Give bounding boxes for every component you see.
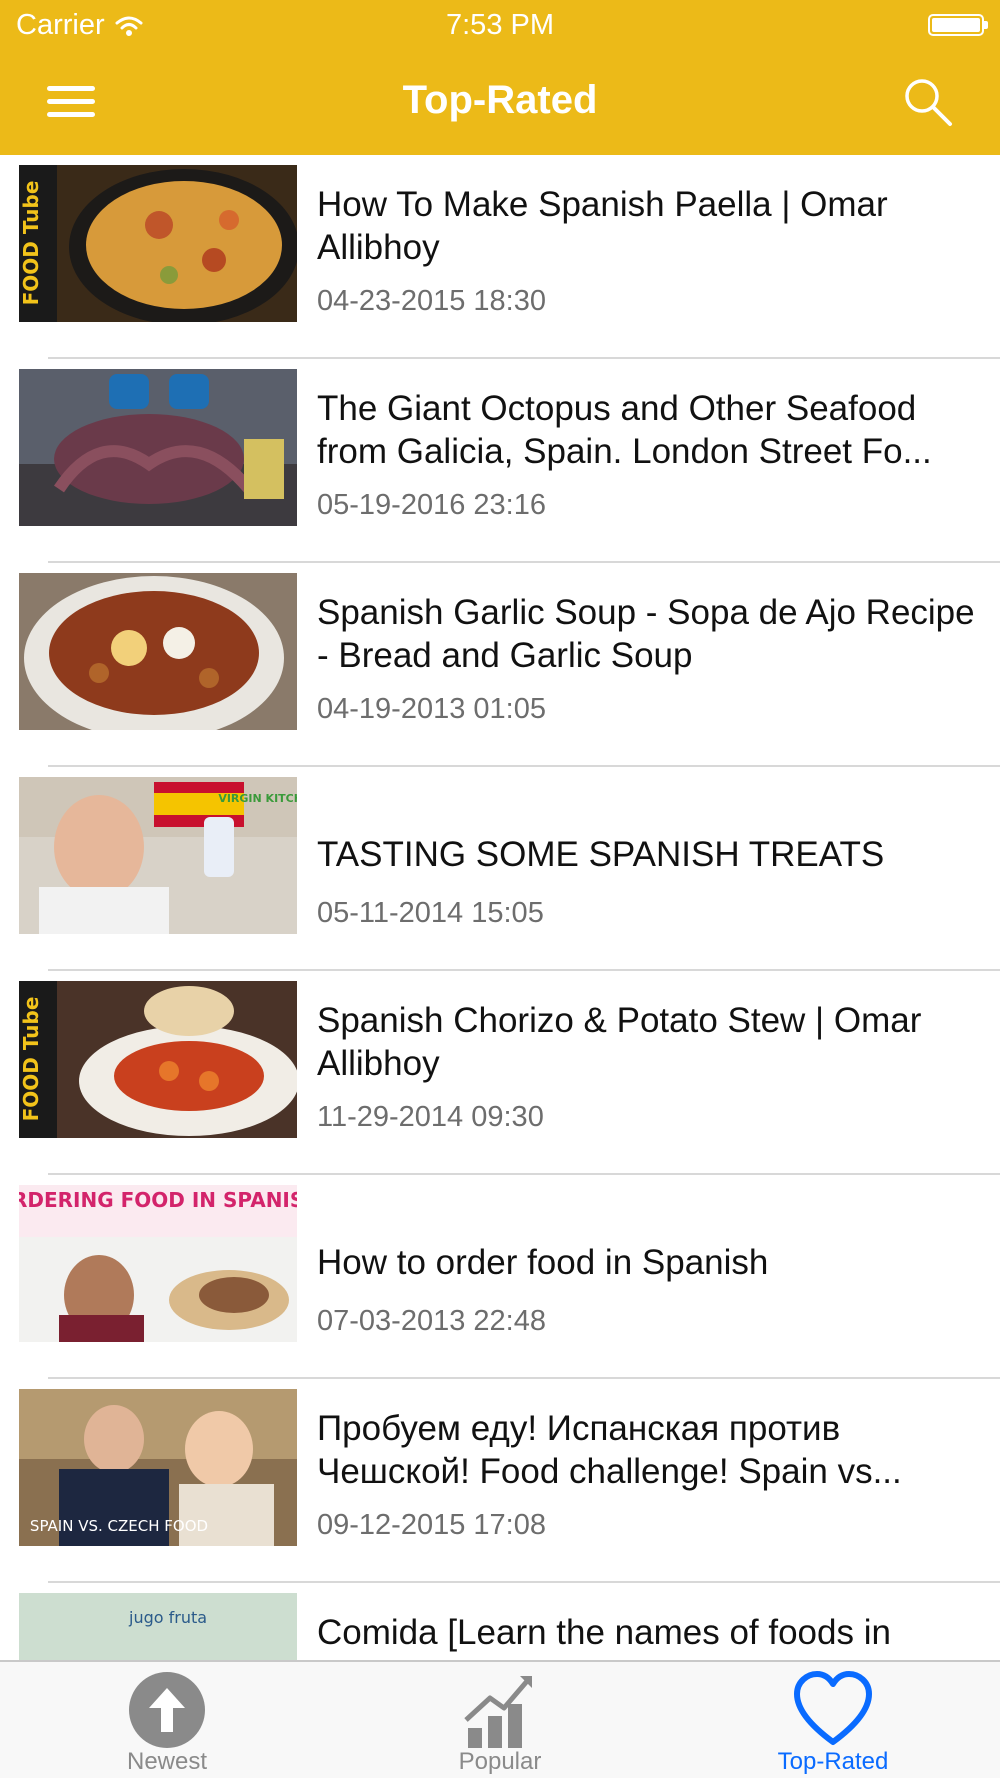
video-row[interactable]: jugo fruta Comida [Learn the names of fo…	[0, 1583, 1000, 1660]
thumbnail-text: VIRGIN KITCHEN	[218, 792, 297, 805]
video-date: 04-23-2015 18:30	[317, 285, 546, 317]
tab-label: Popular	[458, 1748, 542, 1775]
video-date: 05-11-2014 15:05	[317, 897, 544, 929]
video-date: 07-03-2013 22:48	[317, 1305, 546, 1337]
video-row[interactable]: FOOD Tube Spanish Chorizo & Potato Stew …	[0, 971, 1000, 1175]
video-row[interactable]: SPAIN VS. CZECH FOOD Пробуем еду! Испанс…	[0, 1379, 1000, 1583]
video-row[interactable]: Spanish Garlic Soup - Sopa de Ajo Recipe…	[0, 563, 1000, 767]
video-title: Spanish Chorizo & Potato Stew | Omar All…	[317, 1001, 922, 1083]
video-list: FOOD Tube How To Make Spanish Paella | O…	[0, 155, 1000, 1660]
video-title: The Giant Octopus and Other Seafood from…	[317, 389, 932, 471]
video-title: How To Make Spanish Paella | Omar Allibh…	[317, 185, 888, 267]
video-thumbnail[interactable]: VIRGIN KITCHEN	[19, 777, 297, 934]
video-title: Пробуем еду! Испанская против Чешской! F…	[317, 1409, 902, 1491]
video-row[interactable]: FOOD Tube How To Make Spanish Paella | O…	[0, 155, 1000, 359]
video-thumbnail[interactable]	[19, 573, 297, 730]
tab-top-rated[interactable]: Top-Rated	[733, 1662, 933, 1778]
video-title: Spanish Garlic Soup - Sopa de Ajo Recipe…	[317, 593, 975, 675]
video-thumbnail[interactable]: FOOD Tube	[19, 981, 297, 1138]
video-thumbnail[interactable]	[19, 369, 297, 526]
video-date: 04-19-2013 01:05	[317, 693, 546, 725]
video-title: Comida [Learn the names of foods in	[317, 1613, 891, 1652]
navigation-bar: Top-Rated	[0, 50, 1000, 155]
tab-label: Top-Rated	[777, 1748, 889, 1775]
video-row[interactable]: The Giant Octopus and Other Seafood from…	[0, 359, 1000, 563]
battery-icon	[928, 14, 988, 36]
thumbnail-text: FOOD Tube	[19, 997, 43, 1122]
bar-chart-trend-icon	[464, 1676, 532, 1748]
thumbnail-text: SPAIN VS. CZECH FOOD	[30, 1517, 208, 1535]
video-row[interactable]: VIRGIN KITCHEN TASTING SOME SPANISH TREA…	[0, 767, 1000, 971]
video-date: 11-29-2014 09:30	[317, 1101, 544, 1133]
video-date: 09-12-2015 17:08	[317, 1509, 546, 1541]
thumbnail-text: ORDERING FOOD IN SPANISH	[19, 1188, 297, 1212]
tab-popular[interactable]: Popular	[400, 1662, 600, 1778]
video-thumbnail[interactable]: SPAIN VS. CZECH FOOD	[19, 1389, 297, 1546]
page-title: Top-Rated	[402, 78, 598, 122]
tab-label: Newest	[126, 1748, 208, 1775]
video-thumbnail[interactable]: FOOD Tube	[19, 165, 297, 322]
heart-icon	[794, 1671, 872, 1745]
status-time: 7:53 PM	[446, 9, 554, 41]
search-icon[interactable]	[900, 74, 956, 130]
video-thumbnail[interactable]: ORDERING FOOD IN SPANISH	[19, 1185, 297, 1342]
video-title: How to order food in Spanish	[317, 1243, 769, 1282]
thumbnail-text: FOOD Tube	[19, 181, 43, 306]
upload-arrow-icon	[129, 1672, 205, 1748]
thumbnail-text: jugo fruta	[128, 1608, 207, 1627]
top-bar: Carrier 7:53 PM Top-Rated	[0, 0, 1000, 155]
video-thumbnail[interactable]: jugo fruta	[19, 1593, 297, 1660]
status-bar: Carrier 7:53 PM	[0, 0, 1000, 50]
video-row[interactable]: ORDERING FOOD IN SPANISH How to order fo…	[0, 1175, 1000, 1379]
video-title: TASTING SOME SPANISH TREATS	[317, 835, 885, 874]
tab-newest[interactable]: Newest	[67, 1662, 267, 1778]
tab-bar: Newest Popular Top-Rated	[0, 1660, 1000, 1778]
video-date: 05-19-2016 23:16	[317, 489, 546, 521]
